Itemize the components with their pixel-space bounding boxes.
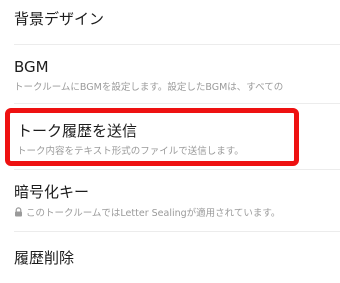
divider	[14, 44, 340, 45]
bgm-description: トークルームにBGMを設定します。設定したBGMは、すべての	[14, 82, 284, 93]
background-design-item[interactable]: 背景デザイン	[0, 0, 340, 44]
lock-icon	[14, 207, 23, 217]
delete-history-item[interactable]: 履歴削除	[0, 233, 340, 283]
divider	[14, 231, 340, 232]
highlight-box	[5, 108, 299, 166]
delete-history-title: 履歴削除	[14, 249, 75, 267]
encryption-key-title: 暗号化キー	[14, 183, 90, 201]
bgm-item[interactable]: BGM トークルームにBGMを設定します。設定したBGMは、すべての	[0, 46, 340, 102]
encryption-key-description: このトークルームではLetter Sealingが適用されています。	[26, 208, 281, 219]
bgm-title: BGM	[14, 58, 49, 76]
encryption-key-item[interactable]: 暗号化キー このトークルームではLetter Sealingが適用されています。	[0, 170, 340, 228]
divider	[14, 103, 340, 104]
background-design-title: 背景デザイン	[14, 10, 105, 28]
encryption-key-description-row: このトークルームではLetter Sealingが適用されています。	[14, 205, 280, 219]
